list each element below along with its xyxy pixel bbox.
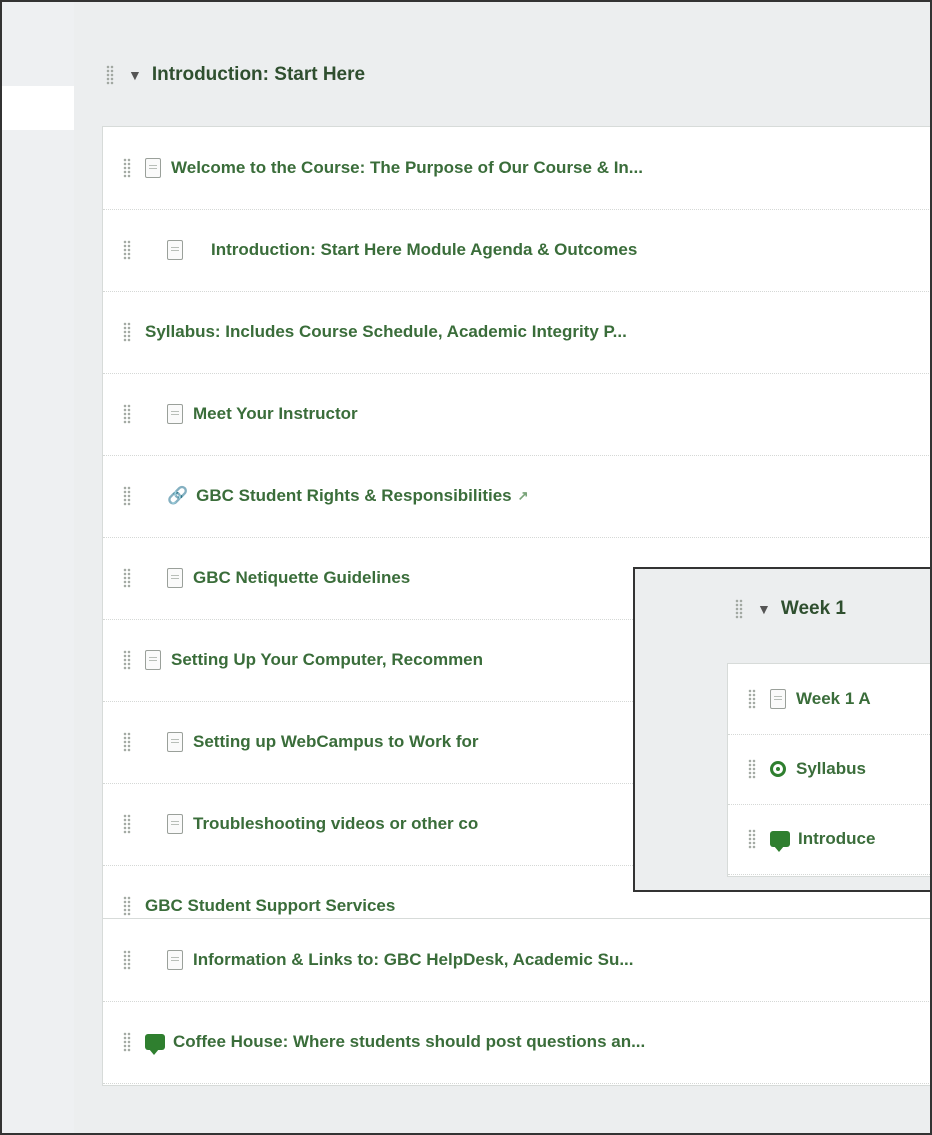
external-link-icon: ↗ xyxy=(517,488,529,503)
week-item[interactable]: Syllabus xyxy=(728,734,930,805)
page-icon xyxy=(770,689,786,709)
drag-handle-icon[interactable] xyxy=(123,950,131,970)
week-item-label[interactable]: Syllabus xyxy=(796,759,866,779)
drag-handle-icon[interactable] xyxy=(123,404,131,424)
nav-highlight xyxy=(2,86,74,130)
page-icon xyxy=(167,240,183,260)
module-item[interactable]: Meet Your Instructor xyxy=(103,373,930,456)
discussion-icon xyxy=(145,1034,165,1055)
module-item-label[interactable]: Setting Up Your Computer, Recommen xyxy=(171,650,483,670)
page-icon xyxy=(167,732,183,752)
module-item-label[interactable]: Coffee House: Where students should post… xyxy=(173,1032,645,1052)
module-item[interactable]: Coffee House: Where students should post… xyxy=(103,1001,930,1084)
week-item[interactable]: Introduce xyxy=(728,804,930,875)
caret-down-icon[interactable]: ▼ xyxy=(757,601,771,617)
week-item-label[interactable]: Introduce xyxy=(798,829,875,849)
discussion-icon xyxy=(770,831,790,852)
module-title: Introduction: Start Here xyxy=(151,64,366,85)
module-item[interactable]: Introduction: Start Here Module Agenda &… xyxy=(103,209,930,292)
week-item[interactable]: Week 1 A xyxy=(728,664,930,735)
page-icon xyxy=(167,950,183,970)
module-item-label[interactable]: Syllabus: Includes Course Schedule, Acad… xyxy=(145,322,627,342)
drag-handle-icon[interactable] xyxy=(735,599,743,619)
module-item-label[interactable]: GBC Student Support Services xyxy=(145,896,395,916)
page-icon xyxy=(167,568,183,588)
module-item-label[interactable]: Meet Your Instructor xyxy=(193,404,358,424)
caret-down-icon[interactable]: ▼ xyxy=(128,67,142,83)
quiz-icon xyxy=(770,761,786,777)
drag-handle-icon[interactable] xyxy=(123,814,131,834)
week1-module-overlay: ▼ Week 1 Week 1 A Syllabus Introduce xyxy=(633,567,930,892)
drag-handle-icon[interactable] xyxy=(748,829,756,849)
week-item-label[interactable]: Week 1 A xyxy=(796,689,871,709)
drag-handle-icon[interactable] xyxy=(123,568,131,588)
week-title: Week 1 xyxy=(780,598,846,619)
module-item-label[interactable]: Information & Links to: GBC HelpDesk, Ac… xyxy=(193,950,634,970)
module-header[interactable]: ▼ Introduction: Start Here xyxy=(106,52,365,98)
drag-handle-icon[interactable] xyxy=(106,65,114,85)
module-item-label[interactable]: Introduction: Start Here Module Agenda &… xyxy=(211,240,637,260)
drag-handle-icon[interactable] xyxy=(123,322,131,342)
drag-handle-icon[interactable] xyxy=(123,650,131,670)
drag-handle-icon[interactable] xyxy=(123,158,131,178)
drag-handle-icon[interactable] xyxy=(748,689,756,709)
screenshot-frame: ▼ Introduction: Start Here Welcome to th… xyxy=(0,0,932,1135)
drag-handle-icon[interactable] xyxy=(123,1032,131,1052)
module-item[interactable]: Syllabus: Includes Course Schedule, Acad… xyxy=(103,291,930,374)
page-icon xyxy=(145,650,161,670)
module-item-label[interactable]: Setting up WebCampus to Work for xyxy=(193,732,479,752)
page-icon xyxy=(145,158,161,178)
module-item-label[interactable]: Troubleshooting videos or other co xyxy=(193,814,478,834)
drag-handle-icon[interactable] xyxy=(123,486,131,506)
module-item[interactable]: 🔗 GBC Student Rights & Responsibilities … xyxy=(103,455,930,538)
page-icon xyxy=(167,404,183,424)
module-items-list-continued: Information & Links to: GBC HelpDesk, Ac… xyxy=(102,918,930,1086)
module-item-label[interactable]: GBC Student Rights & Responsibilities xyxy=(196,486,511,506)
drag-handle-icon[interactable] xyxy=(123,896,131,916)
week-items-list: Week 1 A Syllabus Introduce xyxy=(727,663,930,877)
drag-handle-icon[interactable] xyxy=(123,240,131,260)
drag-handle-icon[interactable] xyxy=(123,732,131,752)
module-item[interactable]: Information & Links to: GBC HelpDesk, Ac… xyxy=(103,919,930,1002)
left-navigation-strip xyxy=(2,2,74,1133)
drag-handle-icon[interactable] xyxy=(748,759,756,779)
page-icon xyxy=(167,814,183,834)
link-icon: 🔗 xyxy=(167,486,189,505)
module-item[interactable]: Welcome to the Course: The Purpose of Ou… xyxy=(103,127,930,210)
module-item-label[interactable]: Welcome to the Course: The Purpose of Ou… xyxy=(171,158,643,178)
week-module-header[interactable]: ▼ Week 1 xyxy=(735,589,846,629)
module-item-label[interactable]: GBC Netiquette Guidelines xyxy=(193,568,410,588)
